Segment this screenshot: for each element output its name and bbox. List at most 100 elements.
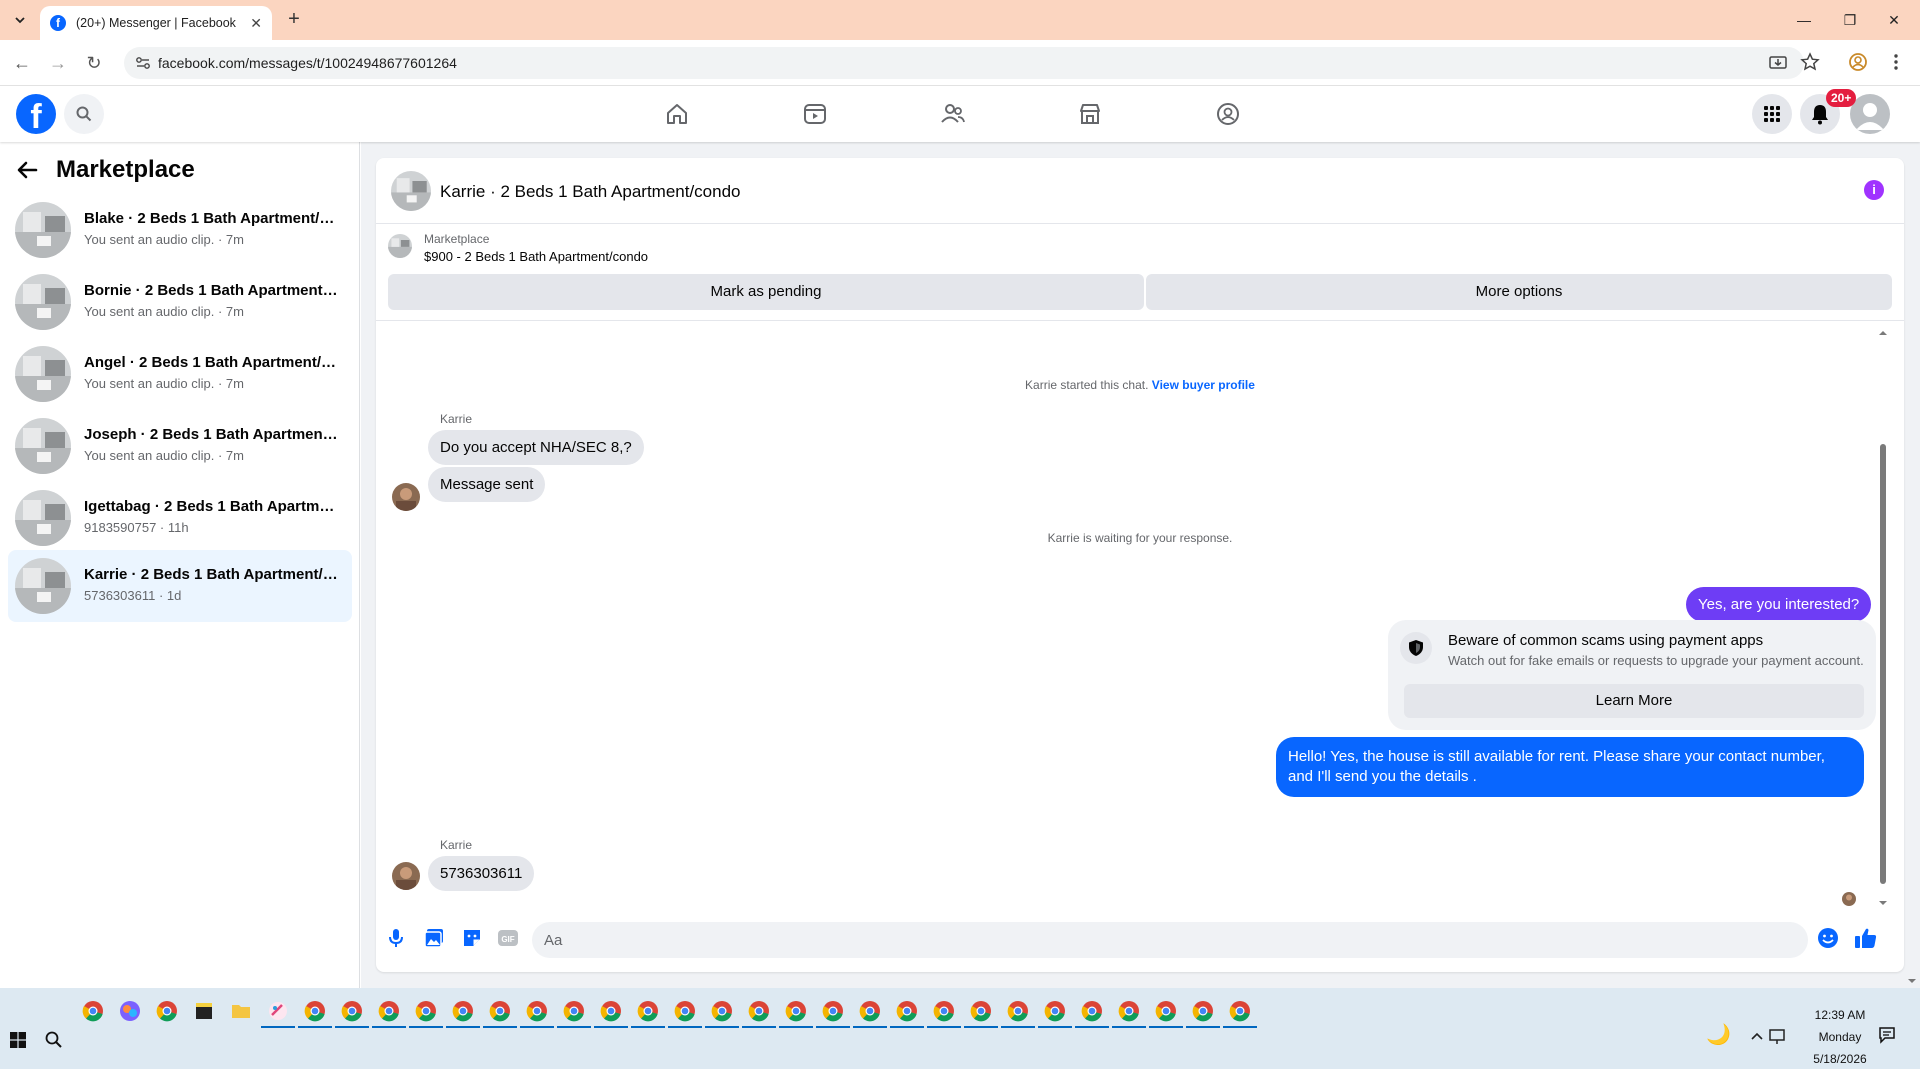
attach-photo-icon[interactable] <box>422 926 446 950</box>
conversation-item[interactable]: Joseph · 2 Beds 1 Bath Apartment/... You… <box>8 410 352 482</box>
chrome-app-icon[interactable] <box>668 1000 702 1028</box>
nav-gaming[interactable] <box>1208 94 1248 134</box>
sender-avatar[interactable] <box>392 483 420 511</box>
taskbar-search-icon[interactable] <box>44 1030 64 1050</box>
close-window-button[interactable]: ✕ <box>1884 10 1904 30</box>
night-light-icon[interactable]: 🌙 <box>1706 1022 1731 1047</box>
chrome-app-icon[interactable] <box>1223 1000 1257 1028</box>
system-tray[interactable] <box>1748 1026 1808 1046</box>
page-scrollbar[interactable] <box>1904 86 1920 988</box>
chrome-app-icon[interactable] <box>1075 1000 1109 1028</box>
browser-tab-messenger[interactable]: f (20+) Messenger | Facebook ✕ <box>40 6 272 40</box>
chrome-app-icon[interactable] <box>1112 1000 1146 1028</box>
chrome-app-icon[interactable] <box>483 1000 517 1028</box>
chrome-app-icon[interactable] <box>82 1000 104 1022</box>
more-options-button[interactable]: More options <box>1146 274 1892 310</box>
chrome-app-icon[interactable] <box>816 1000 850 1028</box>
page-scroll-down-icon[interactable] <box>1904 976 1920 986</box>
conversation-info-icon[interactable]: i <box>1864 180 1884 200</box>
chrome-app-icon[interactable] <box>594 1000 628 1028</box>
chrome-app-icon[interactable] <box>298 1000 332 1028</box>
back-arrow-icon[interactable] <box>16 159 38 181</box>
forward-button[interactable]: → <box>46 51 70 75</box>
outgoing-message[interactable]: Hello! Yes, the house is still available… <box>1276 737 1864 797</box>
windows-start-icon[interactable] <box>10 1032 26 1048</box>
facebook-logo-icon[interactable]: f <box>16 94 56 134</box>
conversation-item-active[interactable]: Karrie · 2 Beds 1 Bath Apartment/c... 57… <box>8 550 352 622</box>
new-tab-button[interactable]: + <box>282 8 306 32</box>
chrome-app-icon[interactable] <box>409 1000 443 1028</box>
chat-listing-thumbnail[interactable] <box>391 171 431 211</box>
conversation-item[interactable]: Igettabag · 2 Beds 1 Bath Apartme... 918… <box>8 482 352 554</box>
chrome-app-icon[interactable] <box>1149 1000 1183 1028</box>
conversation-name: Karrie · 2 Beds 1 Bath Apartment/c... <box>84 566 339 583</box>
install-app-icon[interactable] <box>1768 53 1788 73</box>
chrome-app-icon[interactable] <box>372 1000 406 1028</box>
chrome-app-icon[interactable] <box>1186 1000 1220 1028</box>
menu-grid-button[interactable] <box>1752 94 1792 134</box>
browser-menu-icon[interactable] <box>1886 52 1908 74</box>
profile-icon[interactable] <box>1848 52 1870 74</box>
scrollbar-thumb[interactable] <box>1880 444 1886 884</box>
nav-marketplace[interactable] <box>1070 94 1110 134</box>
incoming-message[interactable]: Do you accept NHA/SEC 8,? <box>428 430 644 465</box>
chrome-app-icon[interactable] <box>779 1000 813 1028</box>
chrome-app-icon[interactable] <box>705 1000 739 1028</box>
conversation-item[interactable]: Angel · 2 Beds 1 Bath Apartment/c... You… <box>8 338 352 410</box>
chrome-app-icon[interactable] <box>1001 1000 1035 1028</box>
nav-home[interactable] <box>657 94 697 134</box>
site-info-icon[interactable] <box>134 54 152 72</box>
chrome-app-icon[interactable] <box>335 1000 369 1028</box>
back-button[interactable]: ← <box>10 51 34 75</box>
conversation-item[interactable]: Blake · 2 Beds 1 Bath Apartment/c... You… <box>8 194 352 266</box>
address-bar[interactable]: facebook.com/messages/t/1002494867760126… <box>124 47 1804 79</box>
nav-video[interactable] <box>795 94 835 134</box>
account-avatar[interactable] <box>1850 94 1890 134</box>
learn-more-button[interactable]: Learn More <box>1404 684 1864 718</box>
chat-title[interactable]: Karrie · 2 Beds 1 Bath Apartment/condo <box>440 182 741 202</box>
chrome-app-icon[interactable] <box>156 1000 178 1022</box>
incoming-message[interactable]: Message sent <box>428 467 546 502</box>
chat-scrollbar[interactable] <box>1876 328 1890 908</box>
mark-as-pending-button[interactable]: Mark as pending <box>388 274 1144 310</box>
nav-friends[interactable] <box>933 94 973 134</box>
conversation-preview: 9183590757 · 11h <box>84 520 189 535</box>
chrome-app-icon[interactable] <box>520 1000 554 1028</box>
chrome-app-icon[interactable] <box>557 1000 591 1028</box>
chrome-app-icon[interactable] <box>853 1000 887 1028</box>
sticker-icon[interactable] <box>460 926 484 950</box>
url-text[interactable]: facebook.com/messages/t/1002494867760126… <box>158 55 457 71</box>
gif-icon[interactable]: GIF <box>496 926 520 950</box>
chrome-app-icon[interactable] <box>890 1000 924 1028</box>
scroll-down-icon[interactable] <box>1876 898 1890 908</box>
chrome-app-icon[interactable] <box>927 1000 961 1028</box>
bookmark-star-icon[interactable] <box>1800 52 1822 74</box>
outgoing-message[interactable]: Yes, are you interested? <box>1686 587 1872 622</box>
chrome-app-icon[interactable] <box>742 1000 776 1028</box>
chrome-app-icon[interactable] <box>446 1000 480 1028</box>
like-thumbs-up-icon[interactable] <box>1854 926 1878 950</box>
reload-button[interactable]: ↻ <box>82 51 106 75</box>
restore-window-button[interactable]: ❐ <box>1840 10 1860 30</box>
voice-clip-icon[interactable] <box>384 926 408 950</box>
chrome-app-icon[interactable] <box>631 1000 665 1028</box>
sender-avatar[interactable] <box>392 862 420 890</box>
sticky-app-icon[interactable] <box>193 1000 215 1022</box>
conversation-item[interactable]: Bornie · 2 Beds 1 Bath Apartment/... You… <box>8 266 352 338</box>
close-tab-icon[interactable]: ✕ <box>250 15 262 32</box>
folder-app-icon[interactable] <box>230 1000 252 1022</box>
minimize-window-button[interactable]: — <box>1794 10 1814 30</box>
incoming-message[interactable]: 5736303611 <box>428 856 535 891</box>
notification-center-icon[interactable] <box>1878 1026 1896 1044</box>
facebook-search-button[interactable] <box>64 94 104 134</box>
chrome-app-icon[interactable] <box>1038 1000 1072 1028</box>
paint-app-icon[interactable] <box>261 1000 295 1028</box>
chrome-app-icon[interactable] <box>964 1000 998 1028</box>
emoji-icon[interactable] <box>1816 926 1840 950</box>
tab-search-button[interactable] <box>8 8 32 32</box>
view-buyer-profile-link[interactable]: View buyer profile <box>1152 378 1255 392</box>
message-input[interactable] <box>532 922 1808 958</box>
scroll-up-icon[interactable] <box>1876 328 1890 338</box>
taskbar-clock[interactable]: 12:39 AM Monday 5/18/2026 <box>1800 1004 1880 1069</box>
copilot-app-icon[interactable] <box>119 1000 141 1022</box>
